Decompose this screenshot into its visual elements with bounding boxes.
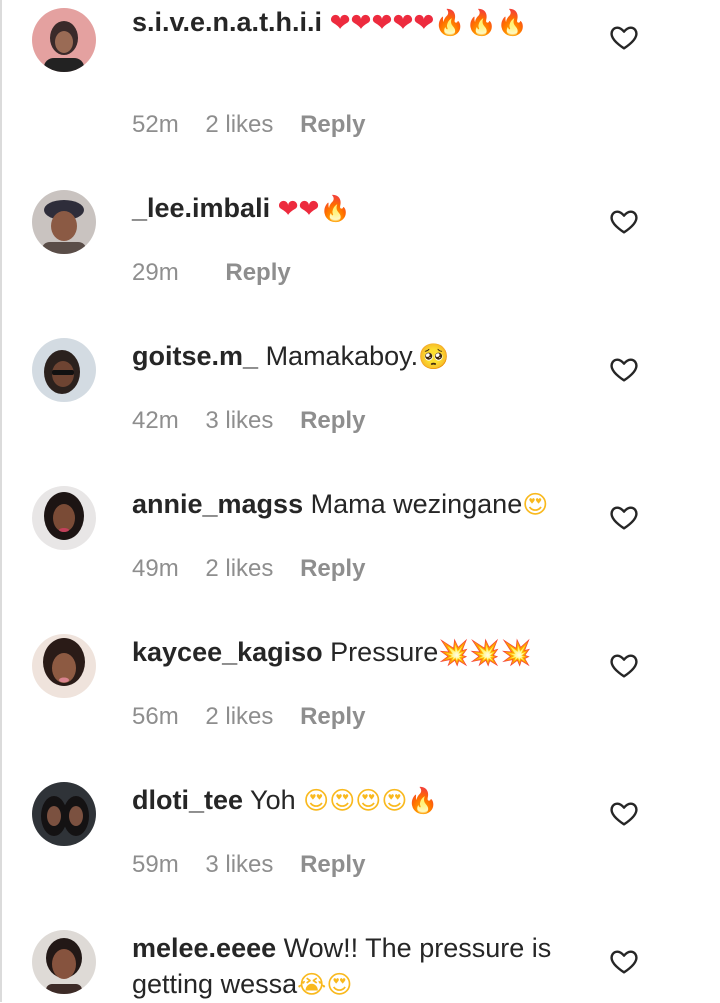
heart-emoji-icon: ❤ [298,194,320,223]
face-emoji-icon: 😍 [326,970,353,999]
comment-message: Mama wezingane [310,489,523,519]
comment-emojis: 💥💥💥 [438,637,531,667]
left-divider [0,0,2,1002]
heart-emoji-icon: ❤ [350,8,372,37]
avatar[interactable] [32,634,96,698]
comment-username[interactable]: melee.eeee [132,933,276,963]
comment-time: 52m [132,111,179,138]
heart-emoji-icon: ❤ [392,8,414,37]
comment-username[interactable]: kaycee_kagiso [132,637,323,667]
comment-emojis: 😍 [522,489,548,519]
comment-username[interactable]: annie_magss [132,489,303,519]
comment-text: s.i.v.e.n.a.t.h.i.i ❤❤❤❤❤🔥🔥🔥 [132,4,580,41]
reply-button[interactable]: Reply [300,111,365,138]
fire-emoji-icon: 🔥 [407,786,439,815]
comment-time: 42m [132,407,179,434]
heart-emoji-icon: ❤ [329,8,351,37]
like-heart-icon[interactable] [608,649,640,681]
heart-emoji-icon: ❤ [371,8,393,37]
avatar[interactable] [32,782,96,846]
boom-emoji-icon: 💥 [500,638,532,667]
comment-username[interactable]: _lee.imbali [132,193,270,223]
comment-meta: 59m 3 likes Reply [132,850,385,880]
comment-emojis: 😭😍 [297,969,352,999]
like-heart-icon[interactable] [608,21,640,53]
fire-emoji-icon: 🔥 [496,8,528,37]
comment-time: 49m [132,555,179,582]
avatar[interactable] [32,8,96,72]
fire-emoji-icon: 🔥 [319,194,351,223]
comment-text: dloti_tee Yoh 😍😍😍😍🔥 [132,782,580,819]
avatar[interactable] [32,486,96,550]
reply-button[interactable]: Reply [300,555,365,582]
comment-time: 59m [132,851,179,878]
reply-button[interactable]: Reply [300,851,365,878]
comment-likes[interactable]: 3 likes [205,407,273,434]
avatar[interactable] [32,338,96,402]
reply-button[interactable]: Reply [225,259,290,286]
reply-button[interactable]: Reply [300,703,365,730]
comment-emojis: 😍😍😍😍🔥 [303,785,438,815]
like-heart-icon[interactable] [608,797,640,829]
comment-likes[interactable]: 2 likes [205,111,273,138]
heart-emoji-icon: ❤ [413,8,435,37]
comment-text: _lee.imbali ❤❤🔥 [132,190,580,227]
comment-text: goitse.m_ Mamakaboy.🥺 [132,338,580,375]
face-emoji-icon: 😍 [329,786,356,815]
comment-time: 56m [132,703,179,730]
face-emoji-icon: 😍 [522,490,549,519]
comment-message: Mamakaboy. [265,341,419,371]
heart-emoji-icon: ❤ [277,194,299,223]
reply-button[interactable]: Reply [300,407,365,434]
comment-likes[interactable]: 2 likes [205,703,273,730]
boom-emoji-icon: 💥 [438,638,470,667]
like-heart-icon[interactable] [608,353,640,385]
fire-emoji-icon: 🔥 [434,8,466,37]
comment-likes[interactable]: 2 likes [205,555,273,582]
comment-likes[interactable]: 3 likes [205,851,273,878]
comment-emojis: ❤❤🔥 [278,193,351,223]
comment-message: Pressure [330,637,439,667]
face-emoji-icon: 🥺 [418,342,450,371]
comment-meta: 52m 2 likes Reply [132,110,385,140]
comment-meta: 49m 2 likes Reply [132,554,385,584]
avatar[interactable] [32,930,96,994]
face-emoji-icon: 😍 [355,786,382,815]
face-emoji-icon: 😭 [297,970,327,999]
boom-emoji-icon: 💥 [469,638,501,667]
avatar[interactable] [32,190,96,254]
comment-message: Yoh [250,785,304,815]
fire-emoji-icon: 🔥 [465,8,497,37]
comment-username[interactable]: dloti_tee [132,785,243,815]
comment-text: kaycee_kagiso Pressure💥💥💥 [132,634,580,671]
comment-username[interactable]: s.i.v.e.n.a.t.h.i.i [132,7,322,37]
face-emoji-icon: 😍 [381,786,408,815]
like-heart-icon[interactable] [608,205,640,237]
like-heart-icon[interactable] [608,945,640,977]
comment-meta: 29m Reply [132,258,311,288]
comment-emojis: 🥺 [418,341,449,371]
comment-text: annie_magss Mama wezingane😍 [132,486,580,523]
comment-meta: 42m 3 likes Reply [132,406,385,436]
comment-text: melee.eeee Wow!! The pressure is getting… [132,930,580,1003]
comment-username[interactable]: goitse.m_ [132,341,258,371]
face-emoji-icon: 😍 [303,786,330,815]
comment-emojis: ❤❤❤❤❤🔥🔥🔥 [330,7,528,37]
comment-meta: 56m 2 likes Reply [132,702,385,732]
comment-time: 29m [132,259,179,286]
like-heart-icon[interactable] [608,501,640,533]
